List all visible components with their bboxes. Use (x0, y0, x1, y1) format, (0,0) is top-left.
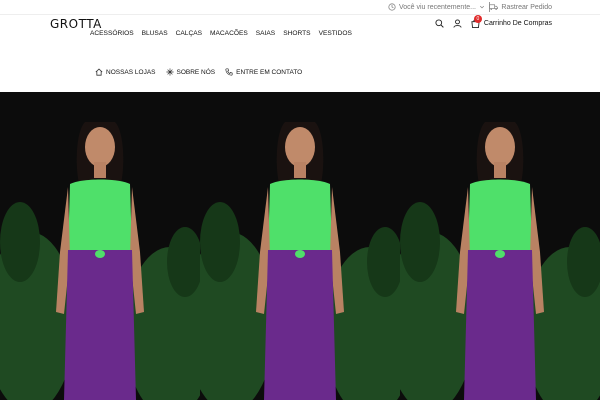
recently-viewed-label: Você viu recentemente... (398, 3, 476, 11)
nav-item-vestidos[interactable]: VESTIDOS (319, 30, 352, 37)
hero-image-1 (0, 92, 200, 400)
logo[interactable]: GROTTA (50, 17, 102, 31)
cart-count-badge: 0 (473, 15, 482, 23)
track-order-label: Rastrear Pedido (501, 3, 552, 11)
nav-item-blusas[interactable]: BLUSAS (142, 30, 168, 37)
main-nav: ACESSÓRIOS BLUSAS CALÇAS MACACÕES SAIAS … (90, 30, 352, 37)
truck-icon (489, 3, 499, 11)
secondary-nav: NOSSAS LOJAS SOBRE NÓS ENTRE EM CONTATO (95, 68, 302, 76)
sparkle-icon (165, 68, 174, 76)
nav-item-macacoes[interactable]: MACACÕES (210, 30, 248, 37)
hero-banner[interactable] (0, 92, 600, 400)
hero-image-3 (400, 92, 600, 400)
header-actions: 0 Carrinho De Compras (435, 15, 552, 28)
clock-icon (388, 3, 396, 11)
top-bar: Você viu recentemente... Rastrear Pedido (0, 0, 600, 15)
nav-item-label: SOBRE NÓS (176, 68, 216, 76)
hero-image-2 (200, 92, 400, 400)
home-icon (95, 68, 103, 76)
nav-item-label: ENTRE EM CONTATO (236, 68, 303, 76)
nav-item-calcas[interactable]: CALÇAS (176, 30, 202, 37)
nav-item-entre-em-contato[interactable]: ENTRE EM CONTATO (225, 68, 302, 76)
nav-item-shorts[interactable]: SHORTS (283, 30, 310, 37)
track-order-link[interactable]: Rastrear Pedido (489, 3, 552, 11)
nav-item-acessorios[interactable]: ACESSÓRIOS (90, 30, 134, 37)
cart-label: Carrinho De Compras (483, 20, 552, 27)
phone-icon (225, 68, 233, 76)
nav-item-sobre-nos[interactable]: SOBRE NÓS (165, 68, 216, 76)
chevron-down-icon (479, 4, 485, 10)
user-icon[interactable] (453, 19, 462, 28)
search-icon[interactable] (435, 19, 444, 28)
nav-item-label: NOSSAS LOJAS (106, 68, 156, 76)
nav-item-saias[interactable]: SAIAS (256, 30, 275, 37)
recently-viewed-link[interactable]: Você viu recentemente... (388, 3, 485, 11)
nav-item-nossas-lojas[interactable]: NOSSAS LOJAS (95, 68, 156, 76)
cart-button[interactable]: 0 Carrinho De Compras (471, 15, 552, 28)
